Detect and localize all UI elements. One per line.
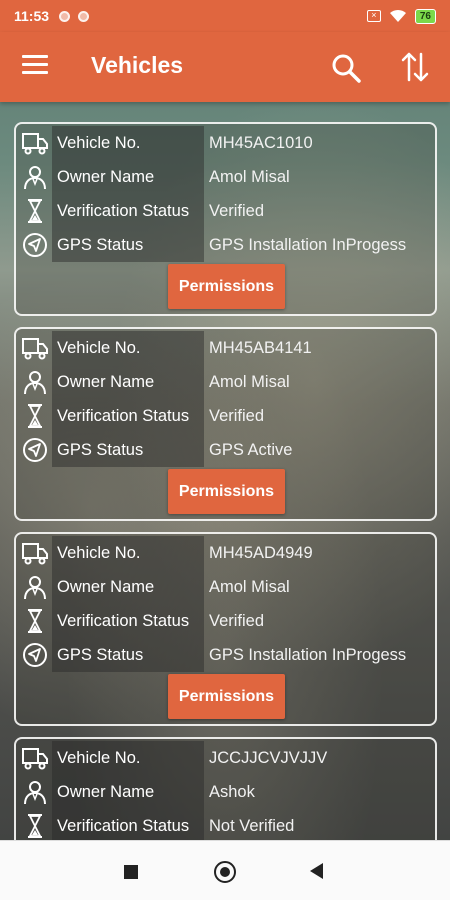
vehicle-no-value: MH45AD4949 [209, 544, 313, 562]
owner-name-label: Owner Name [52, 775, 204, 809]
hourglass-icon [20, 606, 50, 636]
permissions-button[interactable]: Permissions [168, 674, 285, 719]
verification-status-row: Verification Status Verified [18, 399, 433, 433]
vehicle-no-value: JCCJJCVJVJJV [209, 749, 328, 767]
truck-icon [20, 128, 50, 158]
owner-name-label: Owner Name [52, 160, 204, 194]
hourglass-icon [20, 811, 50, 840]
owner-name-row: Owner Name Amol Misal [18, 570, 433, 604]
vehicle-no-value: MH45AB4141 [209, 339, 312, 357]
wifi-icon [389, 9, 406, 22]
owner-name-row: Owner Name Ashok [18, 775, 433, 809]
gps-navigation-icon [20, 435, 50, 465]
notification-icon [59, 10, 71, 22]
vehicle-no-label: Vehicle No. [52, 331, 204, 365]
battery-icon: 76 [414, 8, 436, 24]
gps-navigation-icon [20, 640, 50, 670]
sim-icon: × [366, 10, 381, 22]
permissions-button[interactable]: Permissions [168, 469, 285, 514]
person-icon [20, 777, 50, 807]
gps-status-label: GPS Status [52, 228, 204, 262]
gps-status-row: GPS Status GPS Active [18, 433, 433, 467]
verification-status-row: Verification Status Not Verified [18, 809, 433, 840]
vehicle-no-value: MH45AC1010 [209, 134, 313, 152]
sort-arrows-icon[interactable] [398, 50, 432, 84]
search-icon[interactable] [330, 52, 362, 84]
verification-status-value: Verified [209, 202, 265, 220]
person-icon [20, 162, 50, 192]
vehicle-card[interactable]: Vehicle No. MH45AB4141 Owner Name Amol M… [14, 327, 437, 521]
vehicle-no-label: Vehicle No. [52, 536, 204, 570]
vehicle-card[interactable]: Vehicle No. MH45AD4949 Owner Name Amol M… [14, 532, 437, 726]
vehicle-no-row: Vehicle No. JCCJJCVJVJJV [18, 741, 433, 775]
verification-status-label: Verification Status [52, 604, 204, 638]
person-icon [20, 572, 50, 602]
gps-status-value: GPS Installation InProgess [209, 646, 407, 664]
person-icon [20, 367, 50, 397]
notification-icon [78, 10, 90, 22]
owner-name-value: Amol Misal [209, 168, 290, 186]
verification-status-label: Verification Status [52, 809, 204, 840]
gps-status-label: GPS Status [52, 638, 204, 672]
verification-status-label: Verification Status [52, 194, 204, 228]
gps-status-value: GPS Installation InProgess [209, 236, 407, 254]
hamburger-menu-icon[interactable] [22, 55, 48, 77]
truck-icon [20, 743, 50, 773]
recent-apps-icon[interactable] [124, 865, 138, 879]
status-time: 11:53 [14, 8, 50, 24]
verification-status-value: Verified [209, 612, 265, 630]
vehicle-list[interactable]: Vehicle No. MH45AC1010 Owner Name Amol M… [14, 122, 437, 840]
permissions-button[interactable]: Permissions [168, 264, 285, 309]
verification-status-label: Verification Status [52, 399, 204, 433]
owner-name-value: Amol Misal [209, 578, 290, 596]
owner-name-row: Owner Name Amol Misal [18, 160, 433, 194]
vehicle-no-row: Vehicle No. MH45AB4141 [18, 331, 433, 365]
home-icon[interactable] [214, 861, 236, 883]
page-title: Vehicles [91, 52, 184, 78]
owner-name-value: Ashok [209, 783, 255, 801]
back-icon[interactable] [310, 863, 323, 879]
hourglass-icon [20, 196, 50, 226]
owner-name-value: Amol Misal [209, 373, 290, 391]
app-bar: Vehicles [0, 32, 450, 102]
verification-status-row: Verification Status Verified [18, 604, 433, 638]
truck-icon [20, 333, 50, 363]
vehicle-no-label: Vehicle No. [52, 126, 204, 160]
gps-status-label: GPS Status [52, 433, 204, 467]
vehicle-no-label: Vehicle No. [52, 741, 204, 775]
vehicle-no-row: Vehicle No. MH45AC1010 [18, 126, 433, 160]
owner-name-row: Owner Name Amol Misal [18, 365, 433, 399]
truck-icon [20, 538, 50, 568]
verification-status-row: Verification Status Verified [18, 194, 433, 228]
owner-name-label: Owner Name [52, 365, 204, 399]
system-navigation-bar [0, 840, 450, 900]
gps-status-row: GPS Status GPS Installation InProgess [18, 228, 433, 262]
hourglass-icon [20, 401, 50, 431]
gps-status-value: GPS Active [209, 441, 293, 459]
vehicle-card[interactable]: Vehicle No. MH45AC1010 Owner Name Amol M… [14, 122, 437, 316]
gps-navigation-icon [20, 230, 50, 260]
gps-status-row: GPS Status GPS Installation InProgess [18, 638, 433, 672]
vehicle-no-row: Vehicle No. MH45AD4949 [18, 536, 433, 570]
owner-name-label: Owner Name [52, 570, 204, 604]
verification-status-value: Verified [209, 407, 265, 425]
verification-status-value: Not Verified [209, 817, 295, 835]
status-bar: 11:53 × 76 [0, 0, 450, 32]
status-icons: × 76 [366, 8, 436, 24]
vehicle-card[interactable]: Vehicle No. JCCJJCVJVJJV Owner Name Asho… [14, 737, 437, 840]
